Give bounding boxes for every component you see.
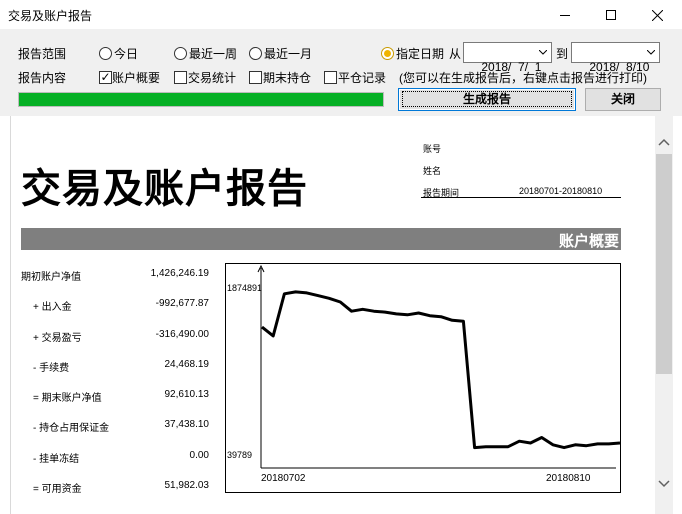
row-label-margin: - 持仓占用保证金 <box>33 423 110 434</box>
maximize-button[interactable] <box>588 0 634 30</box>
chevron-down-icon <box>647 50 655 55</box>
close-button-label: 关闭 <box>610 92 635 106</box>
close-icon <box>651 9 663 21</box>
generate-report-label: 生成报告 <box>401 91 572 107</box>
checkbox-account-summary[interactable]: ✓ <box>99 71 112 84</box>
section-title: 账户概要 <box>558 233 619 250</box>
checkbox-ending-positions[interactable] <box>249 71 262 84</box>
radio-today[interactable] <box>99 47 112 60</box>
equity-line <box>261 290 620 450</box>
progress-bar <box>18 92 384 107</box>
row-label-opening-equity: 期初账户净值 <box>21 272 81 283</box>
chevron-down-icon <box>539 50 547 55</box>
row-label-frozen: - 挂单冻结 <box>33 454 80 465</box>
report-viewer[interactable]: 交易及账户报告 账号 姓名 报告期间 20180701-20180810 账户概… <box>10 116 673 514</box>
equity-chart: 1874891 39789 20180702 20180810 <box>225 263 621 493</box>
radio-last-week-label[interactable]: 最近一周 <box>189 45 237 62</box>
row-value-fees: 24,468.19 <box>164 359 210 370</box>
checkbox-trade-stats[interactable] <box>174 71 187 84</box>
generate-report-button[interactable]: 生成报告 <box>398 88 576 111</box>
account-label: 账号 <box>423 144 442 154</box>
range-label: 报告范围 <box>18 47 67 61</box>
row-label-trading-pnl: + 交易盈亏 <box>33 333 82 344</box>
row-value-frozen: 0.00 <box>189 450 209 461</box>
close-window-button[interactable] <box>634 0 680 30</box>
minimize-icon <box>560 14 570 16</box>
y-min-label: 39789 <box>227 450 252 460</box>
row-value-ending-equity: 92,610.13 <box>164 389 210 400</box>
row-value-opening-equity: 1,426,246.19 <box>150 268 209 279</box>
period-value: 20180701-20180810 <box>519 186 603 196</box>
radio-today-label[interactable]: 今日 <box>114 45 138 62</box>
radio-custom-date-label[interactable]: 指定日期 <box>396 45 444 62</box>
row-label-fees: - 手续费 <box>33 363 70 374</box>
name-label: 姓名 <box>423 166 442 176</box>
header-divider <box>421 197 621 198</box>
to-label: 到 <box>556 47 569 61</box>
scroll-down-icon[interactable] <box>655 474 673 492</box>
scroll-thumb[interactable] <box>656 154 672 374</box>
row-label-ending-equity: = 期末账户净值 <box>33 393 102 404</box>
radio-last-month-label[interactable]: 最近一月 <box>264 45 312 62</box>
x-start-label: 20180702 <box>261 473 306 484</box>
report-title: 交易及账户报告 <box>21 166 308 212</box>
minimize-button[interactable] <box>542 0 588 30</box>
row-value-trading-pnl: -316,490.00 <box>155 329 209 340</box>
row-label-available: = 可用资金 <box>33 484 82 495</box>
checkbox-closed-trades-label[interactable]: 平仓记录 <box>338 69 386 86</box>
row-value-margin: 37,438.10 <box>164 419 210 430</box>
checkbox-ending-positions-label[interactable]: 期末持仓 <box>263 69 311 86</box>
options-panel: 报告范围 今日 最近一周 最近一月 指定日期 从 2018/ 7/ 1 到 20… <box>0 30 682 116</box>
equity-chart-svg: 1874891 39789 20180702 20180810 <box>227 264 620 484</box>
close-button[interactable]: 关闭 <box>585 88 661 111</box>
from-label: 从 <box>449 47 462 61</box>
maximize-icon <box>606 10 616 20</box>
from-date-picker[interactable]: 2018/ 7/ 1 <box>463 42 552 74</box>
checkbox-trade-stats-label[interactable]: 交易统计 <box>188 69 236 86</box>
row-label-deposits: + 出入金 <box>33 302 72 313</box>
report-page: 交易及账户报告 账号 姓名 报告期间 20180701-20180810 账户概… <box>11 116 655 514</box>
radio-last-month[interactable] <box>249 47 262 60</box>
vertical-scrollbar[interactable] <box>655 116 673 514</box>
checkbox-account-summary-label[interactable]: 账户概要 <box>112 69 160 86</box>
y-max-label: 1874891 <box>227 283 262 293</box>
radio-last-week[interactable] <box>174 47 187 60</box>
radio-custom-date[interactable] <box>381 47 394 60</box>
title-bar: 交易及账户报告 <box>0 0 682 30</box>
x-end-label: 20180810 <box>546 473 591 484</box>
row-value-available: 51,982.03 <box>164 480 210 491</box>
print-hint: (您可以在生成报告后，右键点击报告进行打印) <box>399 71 647 85</box>
scroll-up-icon[interactable] <box>655 134 673 152</box>
content-label: 报告内容 <box>18 71 67 85</box>
to-date-picker[interactable]: 2018/ 8/10 <box>571 42 660 74</box>
row-value-deposits: -992,677.87 <box>155 298 209 309</box>
checkbox-closed-trades[interactable] <box>324 71 337 84</box>
section-header: 账户概要 <box>21 228 621 250</box>
window-title: 交易及账户报告 <box>8 9 93 23</box>
